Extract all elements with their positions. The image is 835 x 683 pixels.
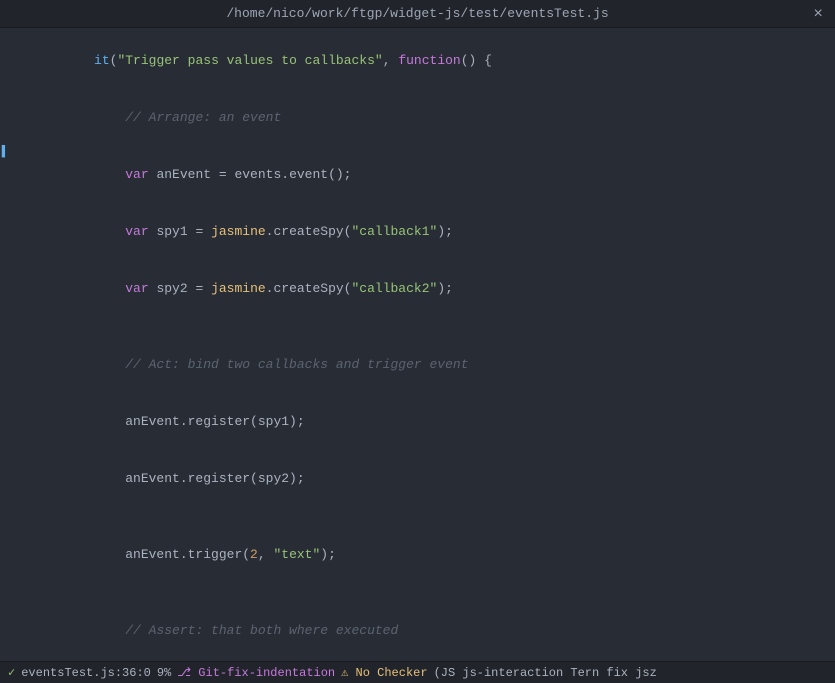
status-git: ⎇ Git-fix-indentation bbox=[177, 665, 335, 680]
close-button[interactable]: × bbox=[813, 5, 823, 23]
line-marker: ▌ bbox=[0, 146, 10, 158]
line-content: expect(spy1).toHaveBeenCalledWith(2, "te… bbox=[10, 659, 835, 661]
line-content: var spy2 = jasmine.createSpy("callback2"… bbox=[10, 260, 835, 317]
line-content: // Assert: that both where executed bbox=[10, 602, 835, 659]
status-mode: (JS js-interaction Tern fix jsz bbox=[434, 666, 657, 680]
code-line: // Assert: that both where executed bbox=[0, 602, 835, 659]
line-content: // Arrange: an event bbox=[10, 89, 835, 146]
code-line bbox=[0, 507, 835, 526]
line-content: anEvent.trigger(2, "text"); bbox=[10, 526, 835, 583]
code-editor[interactable]: it("Trigger pass values to callbacks", f… bbox=[0, 28, 835, 661]
line-content: // Act: bind two callbacks and trigger e… bbox=[10, 336, 835, 393]
line-content bbox=[10, 507, 835, 526]
status-bar: ✓ eventsTest.js:36:0 9% ⎇ Git-fix-indent… bbox=[0, 661, 835, 683]
status-ok-icon: ✓ bbox=[8, 665, 15, 680]
code-line bbox=[0, 317, 835, 336]
code-line: var spy2 = jasmine.createSpy("callback2"… bbox=[0, 260, 835, 317]
line-content bbox=[10, 317, 835, 336]
line-content: it("Trigger pass values to callbacks", f… bbox=[10, 32, 835, 89]
title-bar: /home/nico/work/ftgp/widget-js/test/even… bbox=[0, 0, 835, 28]
line-content: var spy1 = jasmine.createSpy("callback1"… bbox=[10, 203, 835, 260]
line-content bbox=[10, 583, 835, 602]
status-percent: 9% bbox=[157, 666, 171, 680]
code-line bbox=[0, 583, 835, 602]
code-line: expect(spy1).toHaveBeenCalledWith(2, "te… bbox=[0, 659, 835, 661]
status-checker: ⚠ No Checker bbox=[341, 665, 427, 680]
code-line: // Arrange: an event bbox=[0, 89, 835, 146]
title-text: /home/nico/work/ftgp/widget-js/test/even… bbox=[226, 6, 608, 21]
line-content: anEvent.register(spy1); bbox=[10, 393, 835, 450]
code-line: it("Trigger pass values to callbacks", f… bbox=[0, 32, 835, 89]
code-line: ▌ var anEvent = events.event(); bbox=[0, 146, 835, 203]
line-content: var anEvent = events.event(); bbox=[10, 146, 835, 203]
status-filename: eventsTest.js:36:0 bbox=[21, 666, 151, 680]
code-line: // Act: bind two callbacks and trigger e… bbox=[0, 336, 835, 393]
code-line: var spy1 = jasmine.createSpy("callback1"… bbox=[0, 203, 835, 260]
line-content: anEvent.register(spy2); bbox=[10, 450, 835, 507]
code-line: anEvent.trigger(2, "text"); bbox=[0, 526, 835, 583]
code-line: anEvent.register(spy2); bbox=[0, 450, 835, 507]
code-line: anEvent.register(spy1); bbox=[0, 393, 835, 450]
